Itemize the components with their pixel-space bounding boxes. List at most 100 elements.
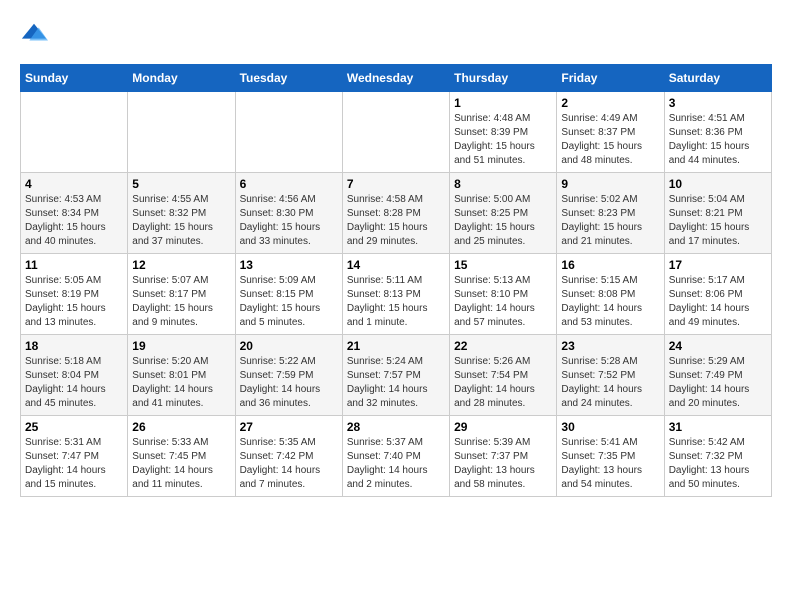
day-number: 20 (240, 339, 338, 353)
calendar-cell: 10 Sunrise: 5:04 AMSunset: 8:21 PMDayligh… (664, 173, 771, 254)
calendar-cell: 11 Sunrise: 5:05 AMSunset: 8:19 PMDayligh… (21, 254, 128, 335)
logo (20, 20, 54, 48)
calendar-week-row: 4Sunrise: 4:53 AMSunset: 8:34 PMDaylight… (21, 173, 772, 254)
day-number: 22 (454, 339, 552, 353)
calendar-header: SundayMondayTuesdayWednesdayThursdayFrid… (21, 65, 772, 92)
calendar-cell: 30 Sunrise: 5:41 AMSunset: 7:35 PMDayligh… (557, 416, 664, 497)
day-info: Sunrise: 5:37 AMSunset: 7:40 PMDaylight:… (347, 436, 445, 492)
weekday-header: Saturday (664, 65, 771, 92)
day-number: 10 (669, 177, 767, 191)
day-number: 23 (561, 339, 659, 353)
weekday-header: Tuesday (235, 65, 342, 92)
day-number: 19 (132, 339, 230, 353)
calendar-cell: 13 Sunrise: 5:09 AMSunset: 8:15 PMDayligh… (235, 254, 342, 335)
weekday-header: Sunday (21, 65, 128, 92)
calendar-cell: 28Sunrise: 5:37 AMSunset: 7:40 PMDayligh… (342, 416, 449, 497)
day-info: Sunrise: 5:11 AMSunset: 8:13 PMDaylight:… (347, 274, 445, 330)
day-info: Sunrise: 5:02 AMSunset: 8:23 PMDaylight:… (561, 193, 659, 249)
day-info: Sunrise: 5:05 AMSunset: 8:19 PMDaylight:… (25, 274, 123, 330)
calendar-cell: 8 Sunrise: 5:00 AMSunset: 8:25 PMDaylight… (450, 173, 557, 254)
day-info: Sunrise: 5:00 AMSunset: 8:25 PMDaylight:… (454, 193, 552, 249)
day-info: Sunrise: 5:28 AMSunset: 7:52 PMDaylight:… (561, 355, 659, 411)
calendar-cell: 19 Sunrise: 5:20 AMSunset: 8:01 PMDayligh… (128, 335, 235, 416)
calendar-cell: 18 Sunrise: 5:18 AMSunset: 8:04 PMDayligh… (21, 335, 128, 416)
calendar-cell: 5 Sunrise: 4:55 AMSunset: 8:32 PMDaylight… (128, 173, 235, 254)
day-info: Sunrise: 5:17 AMSunset: 8:06 PMDaylight:… (669, 274, 767, 330)
day-info: Sunrise: 5:31 AMSunset: 7:47 PMDaylight:… (25, 436, 123, 492)
day-info: Sunrise: 5:24 AMSunset: 7:57 PMDaylight:… (347, 355, 445, 411)
calendar-cell: 6 Sunrise: 4:56 AMSunset: 8:30 PMDaylight… (235, 173, 342, 254)
calendar-cell: 26 Sunrise: 5:33 AMSunset: 7:45 PMDayligh… (128, 416, 235, 497)
weekday-row: SundayMondayTuesdayWednesdayThursdayFrid… (21, 65, 772, 92)
calendar-cell: 3Sunrise: 4:51 AMSunset: 8:36 PMDaylight… (664, 92, 771, 173)
calendar-cell: 20 Sunrise: 5:22 AMSunset: 7:59 PMDayligh… (235, 335, 342, 416)
day-number: 29 (454, 420, 552, 434)
day-number: 12 (132, 258, 230, 272)
calendar-cell: 23 Sunrise: 5:28 AMSunset: 7:52 PMDayligh… (557, 335, 664, 416)
day-info: Sunrise: 4:53 AMSunset: 8:34 PMDaylight:… (25, 193, 123, 249)
day-info: Sunrise: 5:26 AMSunset: 7:54 PMDaylight:… (454, 355, 552, 411)
day-number: 15 (454, 258, 552, 272)
weekday-header: Wednesday (342, 65, 449, 92)
calendar-cell: 1 Sunrise: 4:48 AMSunset: 8:39 PMDaylight… (450, 92, 557, 173)
calendar-cell: 12Sunrise: 5:07 AMSunset: 8:17 PMDayligh… (128, 254, 235, 335)
day-number: 1 (454, 96, 552, 110)
day-number: 11 (25, 258, 123, 272)
day-info: Sunrise: 4:58 AMSunset: 8:28 PMDaylight:… (347, 193, 445, 249)
calendar-week-row: 18 Sunrise: 5:18 AMSunset: 8:04 PMDayligh… (21, 335, 772, 416)
day-number: 16 (561, 258, 659, 272)
day-number: 24 (669, 339, 767, 353)
weekday-header: Friday (557, 65, 664, 92)
day-info: Sunrise: 5:22 AMSunset: 7:59 PMDaylight:… (240, 355, 338, 411)
calendar-week-row: 1 Sunrise: 4:48 AMSunset: 8:39 PMDaylight… (21, 92, 772, 173)
calendar-cell: 17 Sunrise: 5:17 AMSunset: 8:06 PMDayligh… (664, 254, 771, 335)
day-number: 26 (132, 420, 230, 434)
calendar-cell (342, 92, 449, 173)
day-info: Sunrise: 5:35 AMSunset: 7:42 PMDaylight:… (240, 436, 338, 492)
day-number: 18 (25, 339, 123, 353)
day-number: 13 (240, 258, 338, 272)
day-info: Sunrise: 5:33 AMSunset: 7:45 PMDaylight:… (132, 436, 230, 492)
calendar-cell: 25 Sunrise: 5:31 AMSunset: 7:47 PMDayligh… (21, 416, 128, 497)
weekday-header: Thursday (450, 65, 557, 92)
calendar-cell: 24Sunrise: 5:29 AMSunset: 7:49 PMDayligh… (664, 335, 771, 416)
day-number: 14 (347, 258, 445, 272)
calendar-cell: 29 Sunrise: 5:39 AMSunset: 7:37 PMDayligh… (450, 416, 557, 497)
calendar-body: 1 Sunrise: 4:48 AMSunset: 8:39 PMDaylight… (21, 92, 772, 497)
day-number: 7 (347, 177, 445, 191)
calendar-cell (128, 92, 235, 173)
day-info: Sunrise: 5:04 AMSunset: 8:21 PMDaylight:… (669, 193, 767, 249)
logo-icon (20, 20, 48, 48)
calendar-week-row: 25 Sunrise: 5:31 AMSunset: 7:47 PMDayligh… (21, 416, 772, 497)
calendar-cell (235, 92, 342, 173)
day-number: 6 (240, 177, 338, 191)
day-info: Sunrise: 4:56 AMSunset: 8:30 PMDaylight:… (240, 193, 338, 249)
day-number: 17 (669, 258, 767, 272)
calendar-cell: 9 Sunrise: 5:02 AMSunset: 8:23 PMDaylight… (557, 173, 664, 254)
day-info: Sunrise: 5:18 AMSunset: 8:04 PMDaylight:… (25, 355, 123, 411)
calendar-cell: 14 Sunrise: 5:11 AMSunset: 8:13 PMDayligh… (342, 254, 449, 335)
day-info: Sunrise: 4:55 AMSunset: 8:32 PMDaylight:… (132, 193, 230, 249)
day-number: 8 (454, 177, 552, 191)
calendar-cell: 15 Sunrise: 5:13 AMSunset: 8:10 PMDayligh… (450, 254, 557, 335)
day-info: Sunrise: 5:42 AMSunset: 7:32 PMDaylight:… (669, 436, 767, 492)
day-info: Sunrise: 5:41 AMSunset: 7:35 PMDaylight:… (561, 436, 659, 492)
day-info: Sunrise: 5:20 AMSunset: 8:01 PMDaylight:… (132, 355, 230, 411)
day-number: 3 (669, 96, 767, 110)
day-number: 31 (669, 420, 767, 434)
day-number: 25 (25, 420, 123, 434)
calendar-cell: 21Sunrise: 5:24 AMSunset: 7:57 PMDayligh… (342, 335, 449, 416)
calendar-cell: 16Sunrise: 5:15 AMSunset: 8:08 PMDayligh… (557, 254, 664, 335)
day-number: 5 (132, 177, 230, 191)
day-info: Sunrise: 5:13 AMSunset: 8:10 PMDaylight:… (454, 274, 552, 330)
day-info: Sunrise: 4:48 AMSunset: 8:39 PMDaylight:… (454, 112, 552, 168)
day-info: Sunrise: 5:39 AMSunset: 7:37 PMDaylight:… (454, 436, 552, 492)
calendar-table: SundayMondayTuesdayWednesdayThursdayFrid… (20, 64, 772, 497)
day-number: 30 (561, 420, 659, 434)
day-info: Sunrise: 5:09 AMSunset: 8:15 PMDaylight:… (240, 274, 338, 330)
calendar-week-row: 11 Sunrise: 5:05 AMSunset: 8:19 PMDayligh… (21, 254, 772, 335)
calendar-cell: 2Sunrise: 4:49 AMSunset: 8:37 PMDaylight… (557, 92, 664, 173)
calendar-cell: 7 Sunrise: 4:58 AMSunset: 8:28 PMDaylight… (342, 173, 449, 254)
page-header (20, 20, 772, 48)
day-number: 9 (561, 177, 659, 191)
